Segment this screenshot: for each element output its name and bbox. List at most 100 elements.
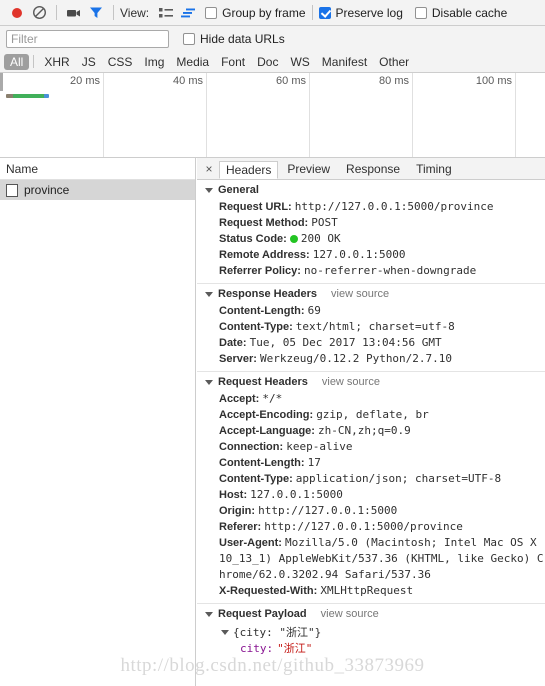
triangle-down-icon[interactable] <box>205 379 213 385</box>
group-by-frame-label: Group by frame <box>222 5 306 20</box>
chip-xhr[interactable]: XHR <box>38 54 75 70</box>
filter-funnel-icon <box>90 7 102 18</box>
group-by-frame-checkbox[interactable]: Group by frame <box>205 5 306 20</box>
payload-json-tree: {city: "浙江"} city: "浙江" <box>197 623 545 657</box>
header-row: Server: Werkzeug/0.12.2 Python/2.7.10 <box>219 351 545 367</box>
toolbar-divider-3 <box>311 5 313 20</box>
header-key: Referer: <box>219 521 262 533</box>
header-key: Content-Type: <box>219 473 293 485</box>
header-value: POST <box>311 216 338 229</box>
toolbar-divider-1 <box>56 5 57 20</box>
timeline-tick-label-3: 60 ms <box>276 75 306 87</box>
header-key: Accept-Encoding: <box>219 409 314 421</box>
header-value: http://127.0.0.1:5000 <box>258 504 398 517</box>
devtools-network-panel: View: Group by frame Preserve log Disabl… <box>0 0 545 686</box>
chip-media[interactable]: Media <box>170 54 215 70</box>
section-response-headers-header[interactable]: Response Headers view source <box>197 283 545 303</box>
disable-cache-checkbox[interactable]: Disable cache <box>414 6 507 20</box>
payload-root-row[interactable]: {city: "浙江"} <box>221 625 545 641</box>
chip-manifest[interactable]: Manifest <box>316 54 373 70</box>
clear-circle-slash-icon <box>32 5 46 20</box>
headers-tab-content: General Request URL: http://127.0.0.1:50… <box>197 180 545 686</box>
triangle-down-icon[interactable] <box>221 630 229 635</box>
view-source-link[interactable]: view source <box>331 288 389 300</box>
list-view-icon <box>159 7 174 17</box>
timeline-overview[interactable]: 20 ms 40 ms 60 ms 80 ms 100 ms <box>0 73 545 158</box>
filter-row: Hide data URLs <box>0 26 545 51</box>
header-key: Request Method: <box>219 217 309 229</box>
filter-toggle-button[interactable] <box>85 2 107 24</box>
section-response-headers-title: Response Headers <box>218 288 318 300</box>
hide-data-urls-checkbox[interactable]: Hide data URLs <box>183 32 285 46</box>
tab-headers[interactable]: Headers <box>219 160 279 179</box>
tab-preview[interactable]: Preview <box>280 160 337 178</box>
header-row: Host: 127.0.0.1:5000 <box>219 487 545 503</box>
payload-root-value: {city: "浙江"} <box>233 626 322 639</box>
header-row: Accept: */* <box>219 391 545 407</box>
chip-img[interactable]: Img <box>138 54 170 70</box>
toolbar-divider-2 <box>113 5 114 20</box>
requests-column-header[interactable]: Name <box>0 158 195 180</box>
chip-js[interactable]: JS <box>76 54 102 70</box>
preserve-log-box[interactable] <box>318 6 331 19</box>
section-general-header[interactable]: General <box>197 180 545 199</box>
header-value: http://127.0.0.1:5000/province <box>294 200 494 213</box>
network-toolbar: View: Group by frame Preserve log Disabl… <box>0 0 545 26</box>
section-request-payload-header[interactable]: Request Payload view source <box>197 603 545 623</box>
timeline-left-handle[interactable] <box>0 73 3 91</box>
section-request-payload: Request Payload view source {city: "浙江"}… <box>197 603 545 657</box>
payload-child-key: city: <box>240 642 274 655</box>
waterfall-bar-download <box>13 94 46 98</box>
tab-response[interactable]: Response <box>339 160 407 178</box>
hide-data-urls-box[interactable] <box>183 32 195 45</box>
chip-other[interactable]: Other <box>373 54 415 70</box>
clear-button[interactable] <box>28 2 50 24</box>
view-source-link[interactable]: view source <box>322 376 380 388</box>
header-row: Connection: keep-alive <box>219 439 545 455</box>
close-icon[interactable]: × <box>201 162 217 176</box>
header-key: Host: <box>219 489 248 501</box>
chip-font[interactable]: Font <box>215 54 251 70</box>
view-list-button[interactable] <box>155 2 177 24</box>
chip-doc[interactable]: Doc <box>251 54 284 70</box>
header-value: 127.0.0.1:5000 <box>312 248 406 261</box>
section-response-headers: Response Headers view source Content-Len… <box>197 283 545 371</box>
header-key: Connection: <box>219 441 284 453</box>
status-ok-dot-icon <box>289 235 298 243</box>
header-row: Accept-Encoding: gzip, deflate, br <box>219 407 545 423</box>
waterfall-view-icon <box>180 8 195 17</box>
request-details-pane: × Headers Preview Response Timing Genera… <box>197 158 545 686</box>
tab-timing[interactable]: Timing <box>409 160 459 178</box>
triangle-down-icon[interactable] <box>205 187 213 193</box>
status-badge: 200 OK <box>300 232 341 245</box>
timeline-tick-2: 40 ms <box>173 73 207 157</box>
chip-ws[interactable]: WS <box>284 54 315 70</box>
capture-screenshots-button[interactable] <box>63 2 85 24</box>
header-row: Content-Type: text/html; charset=utf-8 <box>219 319 545 335</box>
disable-cache-box[interactable] <box>414 6 427 19</box>
header-row: Date: Tue, 05 Dec 2017 13:04:56 GMT <box>219 335 545 351</box>
header-row: Request Method: POST <box>219 215 545 231</box>
triangle-down-icon[interactable] <box>205 291 213 297</box>
header-row: Content-Length: 17 <box>219 455 545 471</box>
group-by-frame-box[interactable] <box>205 6 218 19</box>
header-value: keep-alive <box>286 440 353 453</box>
filter-input[interactable] <box>6 29 169 48</box>
section-request-headers-title: Request Headers <box>218 376 308 388</box>
header-value: Tue, 05 Dec 2017 13:04:56 GMT <box>249 336 442 349</box>
header-row: Content-Length: 69 <box>219 303 545 319</box>
preserve-log-checkbox[interactable]: Preserve log <box>318 6 403 20</box>
chip-all[interactable]: All <box>4 53 30 70</box>
timeline-tick-3: 60 ms <box>276 73 310 157</box>
requests-list-pane: Name province <box>0 158 196 686</box>
triangle-down-icon[interactable] <box>205 611 213 617</box>
view-source-link[interactable]: view source <box>321 608 379 620</box>
header-value: 127.0.0.1:5000 <box>250 488 343 501</box>
section-request-headers-header[interactable]: Request Headers view source <box>197 371 545 391</box>
header-row: Accept-Language: zh-CN,zh;q=0.9 <box>219 423 545 439</box>
record-button[interactable] <box>6 2 28 24</box>
timeline-tick-label-4: 80 ms <box>379 75 409 87</box>
chip-css[interactable]: CSS <box>102 54 139 70</box>
view-waterfall-button[interactable] <box>177 2 199 24</box>
table-row[interactable]: province <box>0 180 195 200</box>
